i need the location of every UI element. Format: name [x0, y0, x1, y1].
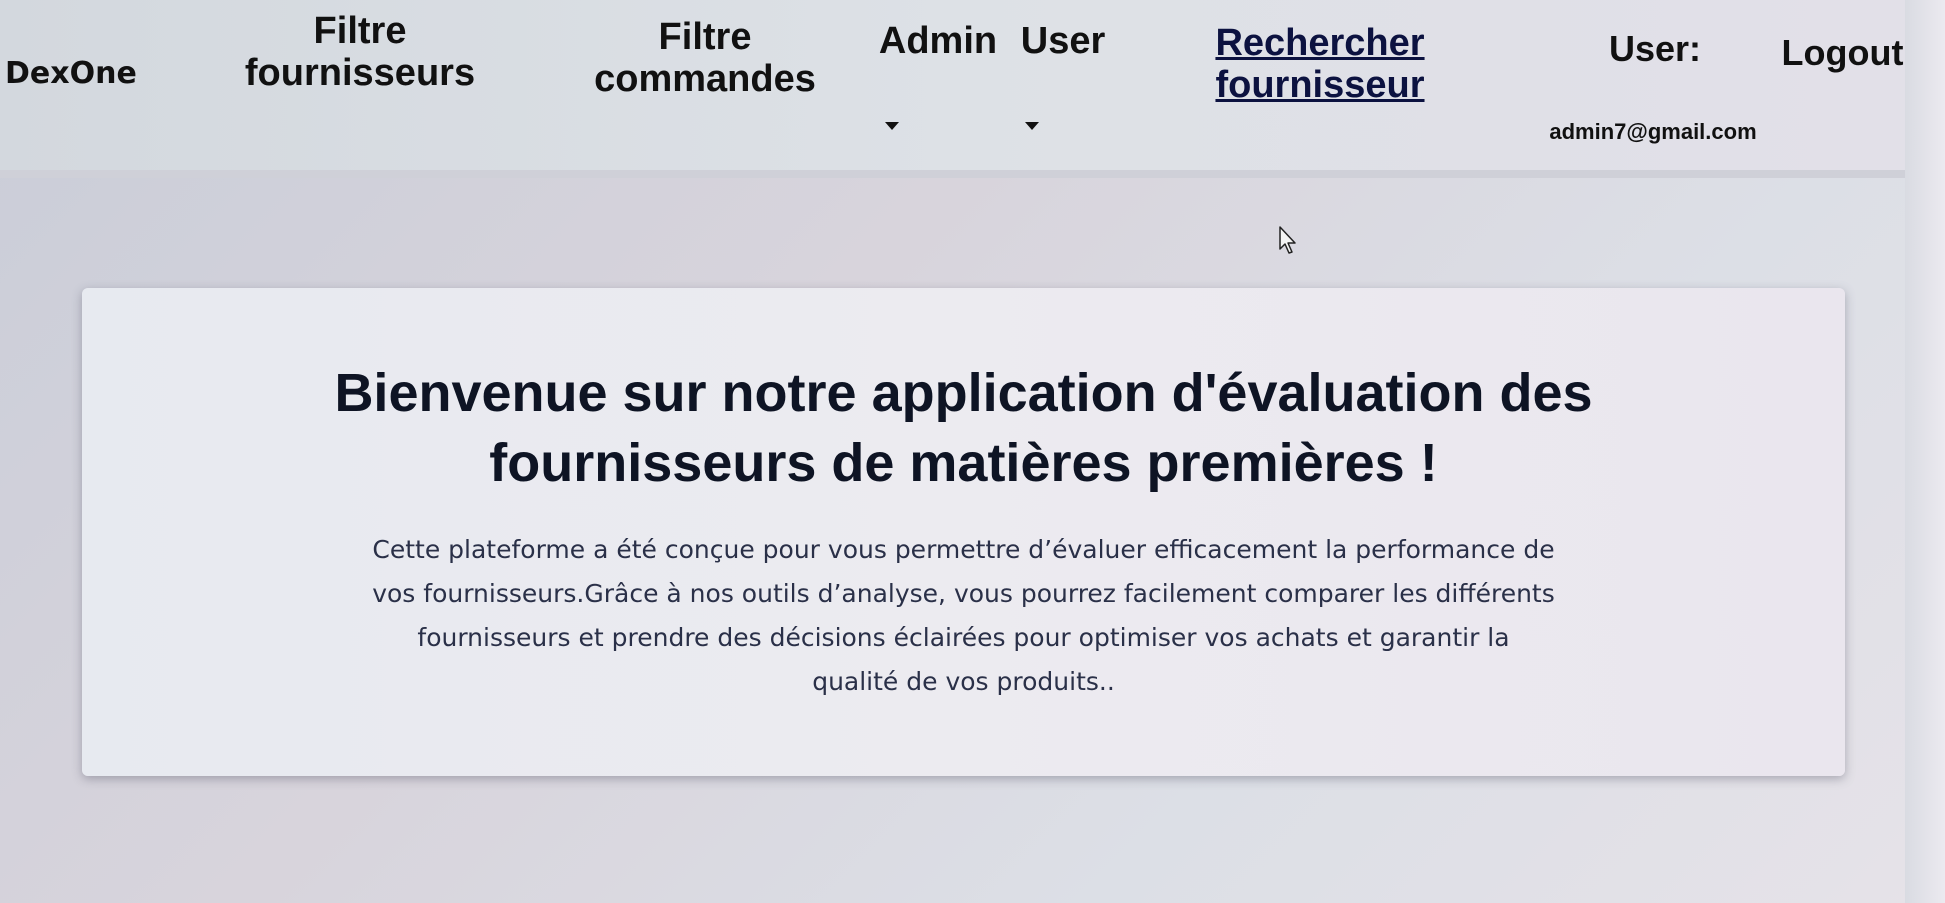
nav-link-rechercher-fournisseur[interactable]: Rechercher fournisseur	[1215, 22, 1425, 106]
welcome-title: Bienvenue sur notre application d'évalua…	[334, 363, 1593, 493]
user-label: User:	[1608, 28, 1702, 69]
mouse-cursor-icon	[1279, 226, 1296, 254]
welcome-card: Bienvenue sur notre application d'évalua…	[82, 288, 1845, 776]
nav-link-filtre-fournisseurs[interactable]: Filtre fournisseurs	[240, 10, 480, 94]
chevron-down-icon[interactable]	[1025, 122, 1039, 130]
logout-button[interactable]: Logout	[1780, 32, 1905, 74]
brand-logo[interactable]: DexOne	[5, 56, 137, 92]
user-dropdown[interactable]: User	[1018, 20, 1108, 62]
chevron-down-icon[interactable]	[885, 122, 899, 130]
user-email: admin7@gmail.com	[1549, 119, 1757, 144]
admin-dropdown[interactable]: Admin	[878, 20, 998, 62]
screen-edge	[1905, 0, 1945, 903]
welcome-description: Cette plateforme a été conçue pour vous …	[372, 535, 1555, 696]
nav-link-filtre-commandes[interactable]: Filtre commandes	[585, 16, 825, 100]
navbar: DexOne Filtre fournisseurs Filtre comman…	[0, 0, 1905, 178]
